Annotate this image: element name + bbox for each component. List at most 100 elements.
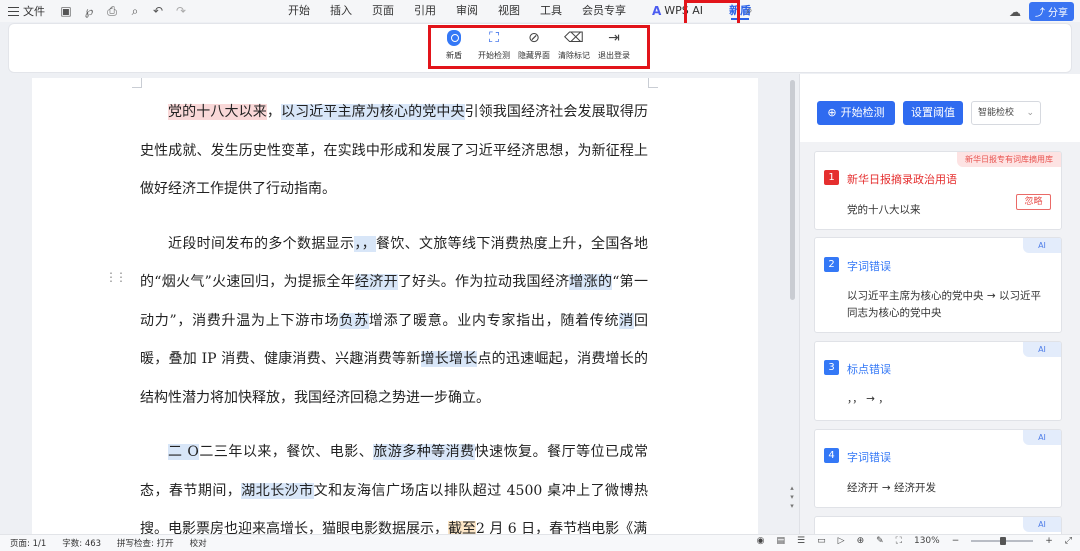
print-icon[interactable]: ⎙ xyxy=(105,4,119,19)
share-icon: ⤴ xyxy=(1035,8,1045,19)
zoom-level[interactable]: 130% xyxy=(914,536,940,546)
ai-tag: AI xyxy=(1023,517,1061,532)
issue-title: 字词错误 xyxy=(847,451,891,464)
document-scrollbar[interactable] xyxy=(790,80,795,300)
paragraph: 近段时间发布的多个数据显示，，餐饮、文旅等线下消费热度上升，全国各地的“烟火气”… xyxy=(140,225,648,418)
tab-view[interactable]: 视图 xyxy=(488,0,530,22)
flagged-phrase[interactable]: 以习近平主席为核心的党中央 xyxy=(280,104,465,120)
text-run: ， xyxy=(266,104,281,120)
document-text[interactable]: 党的十八大以来，以习近平主席为核心的党中央引领我国经济社会发展取得历史性成就、发… xyxy=(140,93,648,551)
panel-header: ⊕ 开始检测 设置阈值 智能检校 ⌄ xyxy=(800,74,1080,142)
outline-view-icon[interactable]: ☰ xyxy=(797,536,805,546)
paragraph-drag-handle[interactable]: ⋮⋮ xyxy=(105,270,127,284)
issue-title: 新华日报摘录政治用语 xyxy=(847,173,957,186)
paragraph: 二 O二三年以来，餐饮、电影、旅游多种等消费快速恢复。餐厅等位已成常态，春节期间… xyxy=(140,433,648,549)
proofread-toggle[interactable]: 校对 xyxy=(190,537,207,549)
panel-start-check-button[interactable]: ⊕ 开始检测 xyxy=(817,101,895,125)
quick-access-toolbar: ▣ ℘ ⎙ ⌕ ↶ ↷ xyxy=(59,4,188,19)
ignore-button[interactable]: 忽略 xyxy=(1016,194,1051,210)
issue-number: 2 xyxy=(824,257,839,272)
ai-tag: AI xyxy=(1023,342,1061,357)
text-run: 近段时间发布的多个数据显示 xyxy=(168,235,355,252)
page-count[interactable]: 页面: 1/1 xyxy=(10,537,46,549)
issue-card[interactable]: AI 4 字词错误 经济开 → 经济开发 xyxy=(814,429,1062,508)
flagged-phrase[interactable]: 增长增长 xyxy=(420,351,478,367)
spellcheck-toggle[interactable]: 拼写检查: 打开 xyxy=(117,537,174,549)
cloud-sync-icon[interactable]: ☁ xyxy=(1009,5,1021,19)
status-bar: 页面: 1/1 字数: 463 拼写检查: 打开 校对 ◉ ▤ ☰ ▭ ▷ ⊕ … xyxy=(0,534,1080,551)
fit-page-icon[interactable]: ⛶ xyxy=(896,536,902,546)
eye-protect-icon[interactable]: ◉ xyxy=(757,536,765,546)
page-view-icon[interactable]: ▤ xyxy=(777,536,786,546)
tab-references[interactable]: 引用 xyxy=(404,0,446,22)
tab-home[interactable]: 开始 xyxy=(278,0,320,22)
play-icon[interactable]: ▷ xyxy=(838,536,845,546)
tab-review[interactable]: 审阅 xyxy=(446,0,488,22)
paragraph: 党的十八大以来，以习近平主席为核心的党中央引领我国经济社会发展取得历史性成就、发… xyxy=(140,93,648,209)
tab-page[interactable]: 页面 xyxy=(362,0,404,22)
pen-icon[interactable]: ✎ xyxy=(876,536,884,546)
chevron-down-icon: ⌄ xyxy=(1026,108,1034,118)
fullscreen-icon[interactable]: ⤢ xyxy=(1065,536,1072,546)
undo-icon[interactable]: ↶ xyxy=(151,4,165,18)
word-count[interactable]: 字数: 463 xyxy=(62,537,101,549)
zoom-out-icon[interactable]: − xyxy=(952,536,960,546)
panel-start-check-label: 开始检测 xyxy=(840,106,885,119)
check-circle-icon: ⊕ xyxy=(827,106,837,119)
flagged-phrase[interactable]: ，， xyxy=(354,235,377,252)
flagged-phrase[interactable]: 负苏 xyxy=(339,312,369,329)
set-threshold-button[interactable]: 设置阈值 xyxy=(903,101,963,125)
flagged-phrase[interactable]: 党的十八大以来 xyxy=(168,104,267,120)
page-nav-arrows[interactable]: ▴ ▾ ▾ xyxy=(786,484,798,511)
proofread-panel: ⊕ 开始检测 设置阈值 智能检校 ⌄ 新华日报专有词库摘用库 1 新华日报摘录政治用… xyxy=(799,74,1080,534)
page-corner-mark xyxy=(648,78,658,88)
issue-card[interactable]: AI xyxy=(814,516,1062,534)
flagged-phrase[interactable]: 增涨的 xyxy=(569,274,613,290)
source-tag: 新华日报专有词库摘用库 xyxy=(957,152,1061,167)
search-icon[interactable]: ⌕ xyxy=(746,3,753,18)
zoom-in-icon[interactable]: + xyxy=(1045,536,1053,546)
text-run: 了好头。作为拉动我国经济 xyxy=(397,274,570,290)
flagged-phrase[interactable]: 消 xyxy=(619,312,635,329)
zoom-slider[interactable] xyxy=(971,537,1034,545)
text-run: 增添了暖意。业内专家指出，随着传统 xyxy=(368,312,620,329)
issue-title: 字词错误 xyxy=(847,260,891,273)
globe-icon[interactable]: ⊕ xyxy=(857,536,865,546)
share-button[interactable]: ⤴ 分享 xyxy=(1029,2,1074,21)
save-icon[interactable]: ▣ xyxy=(59,4,73,18)
issue-card[interactable]: 新华日报专有词库摘用库 1 新华日报摘录政治用语 党的十八大以来 忽略 xyxy=(814,151,1062,230)
issue-card[interactable]: AI 3 标点错误 ，， → ， xyxy=(814,341,1062,421)
text-run: 二三年以来，餐饮、电影、 xyxy=(198,444,374,460)
tab-insert[interactable]: 插入 xyxy=(320,0,362,22)
check-mode-value: 智能检校 xyxy=(978,108,1015,118)
flagged-phrase[interactable]: 经济开 xyxy=(354,274,398,290)
issue-body: ，， → ， xyxy=(847,393,889,405)
issue-title: 标点错误 xyxy=(847,363,891,376)
issue-card[interactable]: AI 2 字词错误 以习近平主席为核心的党中央 → 以习近平同志为核心的党中央 xyxy=(814,237,1062,333)
export-icon[interactable]: ℘ xyxy=(82,4,96,18)
issue-body: 以习近平主席为核心的党中央 → 以习近平同志为核心的党中央 xyxy=(847,290,1041,319)
tab-member[interactable]: 会员专享 xyxy=(572,0,636,22)
ai-tag: AI xyxy=(1023,238,1061,253)
redo-icon[interactable]: ↷ xyxy=(174,4,188,18)
page-corner-mark xyxy=(132,78,142,88)
flagged-phrase[interactable]: 湖北长沙市 xyxy=(241,482,314,499)
highlight-box-toolbar xyxy=(428,25,650,69)
share-label: 分享 xyxy=(1048,8,1068,19)
tab-tools[interactable]: 工具 xyxy=(530,0,572,22)
web-view-icon[interactable]: ▭ xyxy=(817,536,826,546)
flagged-phrase[interactable]: 二 O xyxy=(168,444,199,460)
issue-body: 经济开 → 经济开发 xyxy=(847,482,936,494)
wps-ai-logo-icon: A xyxy=(652,4,662,18)
zoom-slider-knob[interactable] xyxy=(999,537,1006,545)
issue-number: 4 xyxy=(824,448,839,463)
print-preview-icon[interactable]: ⌕ xyxy=(128,4,142,19)
hamburger-icon xyxy=(8,6,19,16)
file-menu[interactable]: 文件 xyxy=(8,3,45,19)
top-right-actions: ☁ ⤴ 分享 xyxy=(1009,2,1074,21)
check-mode-select[interactable]: 智能检校 ⌄ xyxy=(971,101,1041,125)
ai-tag: AI xyxy=(1023,430,1061,445)
flagged-phrase[interactable]: 旅游多种等消费 xyxy=(373,444,475,460)
issue-number: 1 xyxy=(824,170,839,185)
issue-number: 3 xyxy=(824,360,839,375)
